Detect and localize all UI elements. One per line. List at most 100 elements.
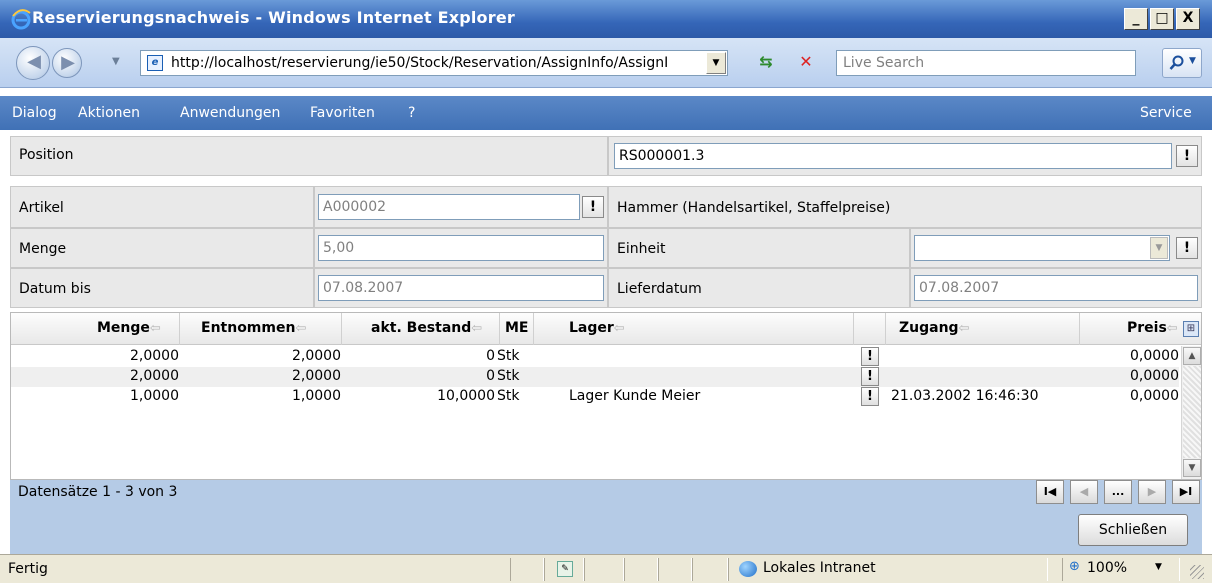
scroll-up-icon[interactable]: ▲ xyxy=(1183,347,1201,365)
einheit-lookup-button[interactable]: ! xyxy=(1176,237,1198,259)
col-lager-header[interactable]: Lager⇦ xyxy=(569,320,625,336)
status-pane xyxy=(624,558,658,581)
artikel-input[interactable]: A000002 xyxy=(318,194,580,220)
window-title: Reservierungsnachweis - Windows Internet… xyxy=(32,8,515,27)
cell-entnommen: 1,0000 xyxy=(292,388,341,404)
history-dropdown-icon[interactable]: ▼ xyxy=(112,56,120,67)
pager: I◀ ◀ ... ▶ ▶I xyxy=(1036,480,1202,504)
grid-vertical-scrollbar[interactable]: ▲ ▼ xyxy=(1181,346,1201,479)
menu-dialog[interactable]: Dialog xyxy=(12,105,57,121)
datum-bis-label: Datum bis xyxy=(10,268,314,308)
status-pane: ✎ xyxy=(544,558,584,581)
table-row[interactable]: 2,0000 2,0000 0 Stk ! 0,0000 xyxy=(11,367,1179,387)
sort-arrow-icon: ⇦ xyxy=(1166,321,1178,336)
grid-header: Menge⇦ Entnommen⇦ akt. Bestand⇦ ME Lager… xyxy=(11,313,1201,345)
status-pane xyxy=(584,558,624,581)
menu-help[interactable]: ? xyxy=(408,105,415,121)
zone-label: Lokales Intranet xyxy=(763,560,876,576)
position-label: Position xyxy=(10,136,608,176)
col-preis-header[interactable]: Preis⇦ xyxy=(1127,320,1178,336)
einheit-dropdown-icon[interactable]: ▼ xyxy=(1150,237,1168,259)
cell-bestand: 0 xyxy=(486,348,495,364)
next-page-icon[interactable]: ▶ xyxy=(1138,480,1166,504)
search-input[interactable]: Live Search xyxy=(836,50,1136,76)
popup-blocker-icon[interactable]: ✎ xyxy=(557,561,573,577)
maximize-button[interactable]: □ xyxy=(1150,8,1174,30)
column-chooser-icon[interactable]: ⊞ xyxy=(1183,321,1199,337)
cell-me: Stk xyxy=(497,348,520,364)
zoom-control[interactable]: ⊕ 100% ▼ xyxy=(1062,558,1180,581)
sort-arrow-icon: ⇦ xyxy=(295,321,307,336)
status-pane xyxy=(658,558,692,581)
position-lookup-button[interactable]: ! xyxy=(1176,145,1198,167)
artikel-lookup-button[interactable]: ! xyxy=(582,196,604,218)
cell-me: Stk xyxy=(497,388,520,404)
cell-preis: 0,0000 xyxy=(1130,368,1179,384)
cell-entnommen: 2,0000 xyxy=(292,348,341,364)
lieferdatum-label: Lieferdatum xyxy=(608,268,910,308)
status-text: Fertig xyxy=(8,561,48,577)
menu-anwendungen[interactable]: Anwendungen xyxy=(180,105,280,121)
scroll-down-icon[interactable]: ▼ xyxy=(1183,459,1201,477)
einheit-select[interactable] xyxy=(914,235,1170,261)
row-lookup-button[interactable]: ! xyxy=(861,367,879,386)
status-pane: Lokales Intranet xyxy=(728,558,1048,581)
menge-input[interactable]: 5,00 xyxy=(318,235,604,261)
back-arrow-icon: ◀ xyxy=(27,51,41,72)
col-me-header[interactable]: ME xyxy=(505,320,529,336)
scroll-track[interactable] xyxy=(1183,366,1201,458)
record-count: Datensätze 1 - 3 von 3 xyxy=(18,484,178,500)
menu-service[interactable]: Service xyxy=(1140,105,1192,121)
close-button[interactable]: Schließen xyxy=(1078,514,1188,546)
intranet-globe-icon xyxy=(739,561,757,577)
first-page-icon[interactable]: I◀ xyxy=(1036,480,1064,504)
resize-grip-icon[interactable] xyxy=(1190,565,1204,579)
menge-label: Menge xyxy=(10,228,314,268)
menu-aktionen[interactable]: Aktionen xyxy=(78,105,140,121)
url-dropdown-button[interactable]: ▼ xyxy=(706,52,726,74)
table-row[interactable]: 1,0000 1,0000 10,0000 Stk Lager Kunde Me… xyxy=(11,387,1179,407)
forward-button[interactable]: ▶ xyxy=(52,48,82,78)
cell-menge: 1,0000 xyxy=(130,388,179,404)
row-lookup-button[interactable]: ! xyxy=(861,347,879,366)
col-bestand-header[interactable]: akt. Bestand⇦ xyxy=(371,320,482,336)
cell-lager: Lager Kunde Meier xyxy=(569,388,701,404)
row-lookup-button[interactable]: ! xyxy=(861,387,879,406)
cell-bestand: 10,0000 xyxy=(437,388,495,404)
table-row[interactable]: 2,0000 2,0000 0 Stk ! 0,0000 xyxy=(11,347,1179,367)
close-window-button[interactable]: X xyxy=(1176,8,1200,30)
artikel-label: Artikel xyxy=(10,186,314,228)
lieferdatum-input[interactable]: 07.08.2007 xyxy=(914,275,1198,301)
cell-menge: 2,0000 xyxy=(130,348,179,364)
sort-arrow-icon: ⇦ xyxy=(149,321,161,336)
search-button[interactable]: ▼ xyxy=(1162,48,1202,78)
minimize-button[interactable]: _ xyxy=(1124,8,1148,30)
cell-entnommen: 2,0000 xyxy=(292,368,341,384)
last-page-icon[interactable]: ▶I xyxy=(1172,480,1200,504)
col-zugang-header[interactable]: Zugang⇦ xyxy=(899,320,969,336)
zoom-dropdown-icon[interactable]: ▼ xyxy=(1155,562,1162,572)
ie-logo-icon xyxy=(11,9,31,30)
status-pane xyxy=(692,558,728,581)
reservation-grid: Menge⇦ Entnommen⇦ akt. Bestand⇦ ME Lager… xyxy=(10,312,1202,480)
menu-favoriten[interactable]: Favoriten xyxy=(310,105,375,121)
datum-bis-input[interactable]: 07.08.2007 xyxy=(318,275,604,301)
col-entnommen-header[interactable]: Entnommen⇦ xyxy=(201,320,306,336)
zoom-icon: ⊕ xyxy=(1069,559,1080,574)
page-icon: e xyxy=(147,55,163,71)
status-pane xyxy=(510,558,544,581)
more-pages-button[interactable]: ... xyxy=(1104,480,1132,504)
einheit-label: Einheit xyxy=(608,228,910,268)
prev-page-icon[interactable]: ◀ xyxy=(1070,480,1098,504)
col-menge-header[interactable]: Menge⇦ xyxy=(97,320,161,336)
back-button[interactable]: ◀ xyxy=(16,46,50,80)
sort-arrow-icon: ⇦ xyxy=(471,321,483,336)
url-text: http://localhost/reservierung/ie50/Stock… xyxy=(171,55,669,71)
cell-bestand: 0 xyxy=(486,368,495,384)
position-input[interactable]: RS000001.3 xyxy=(614,143,1172,169)
url-field[interactable]: e http://localhost/reservierung/ie50/Sto… xyxy=(140,50,728,76)
stop-icon[interactable]: ✕ xyxy=(792,50,820,76)
status-bar: Fertig ✎ Lokales Intranet ⊕ 100% ▼ xyxy=(0,554,1212,583)
app-menu-bar: Dialog Aktionen Anwendungen Favoriten ? … xyxy=(0,96,1212,130)
refresh-icon[interactable]: ⇆ xyxy=(752,50,780,76)
